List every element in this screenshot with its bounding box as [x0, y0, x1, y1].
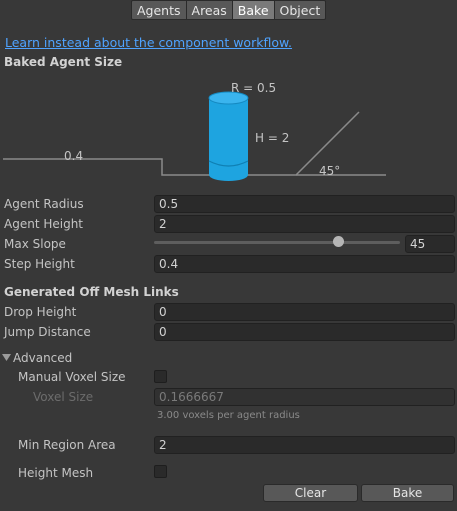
tab-object[interactable]: Object — [274, 0, 327, 20]
agent-cylinder-icon — [208, 91, 249, 181]
tab-bake[interactable]: Bake — [232, 0, 275, 20]
step-slope-outline — [3, 111, 360, 176]
tab-bar: Agents Areas Bake Object — [131, 0, 327, 20]
voxel-hint-text: 3.00 voxels per agent radius — [157, 410, 300, 421]
step-height-input[interactable]: 0.4 — [154, 255, 455, 273]
max-slope-input[interactable]: 45 — [405, 235, 455, 253]
clear-button[interactable]: Clear — [263, 484, 358, 502]
height-label: H = 2 — [255, 131, 290, 145]
agent-size-diagram — [3, 91, 386, 181]
max-slope-slider-thumb[interactable] — [333, 236, 344, 247]
off-mesh-links-header: Generated Off Mesh Links — [4, 285, 179, 299]
agent-radius-input[interactable]: 0.5 — [154, 195, 455, 213]
tab-areas[interactable]: Areas — [186, 0, 233, 20]
voxel-size-label: Voxel Size — [33, 390, 94, 404]
jump-distance-input[interactable]: 0 — [154, 323, 455, 341]
bake-button[interactable]: Bake — [361, 484, 454, 502]
foldout-triangle-icon[interactable] — [2, 353, 11, 362]
manual-voxel-size-checkbox[interactable] — [154, 370, 167, 383]
baked-agent-size-header: Baked Agent Size — [4, 55, 123, 69]
jump-distance-label: Jump Distance — [4, 325, 91, 339]
drop-height-input[interactable]: 0 — [154, 303, 455, 321]
manual-voxel-size-label: Manual Voxel Size — [18, 370, 126, 384]
max-slope-slider-track[interactable] — [154, 241, 400, 244]
voxel-size-input: 0.1666667 — [154, 388, 455, 406]
advanced-foldout-label[interactable]: Advanced — [13, 351, 72, 365]
agent-radius-label: Agent Radius — [4, 197, 84, 211]
agent-height-label: Agent Height — [4, 217, 84, 231]
agent-height-input[interactable]: 2 — [154, 215, 455, 233]
min-region-area-input[interactable]: 2 — [154, 436, 455, 454]
component-workflow-link[interactable]: Learn instead about the component workfl… — [5, 35, 292, 50]
max-slope-label: Max Slope — [4, 237, 66, 251]
step-height-diagram-label: 0.4 — [64, 149, 84, 163]
slope-angle-label: 45° — [319, 164, 341, 178]
radius-label: R = 0.5 — [231, 81, 277, 95]
tab-agents[interactable]: Agents — [131, 0, 187, 20]
height-mesh-label: Height Mesh — [18, 466, 94, 480]
step-height-label: Step Height — [4, 257, 75, 271]
min-region-area-label: Min Region Area — [18, 438, 116, 452]
height-mesh-checkbox[interactable] — [154, 465, 167, 478]
drop-height-label: Drop Height — [4, 305, 77, 319]
